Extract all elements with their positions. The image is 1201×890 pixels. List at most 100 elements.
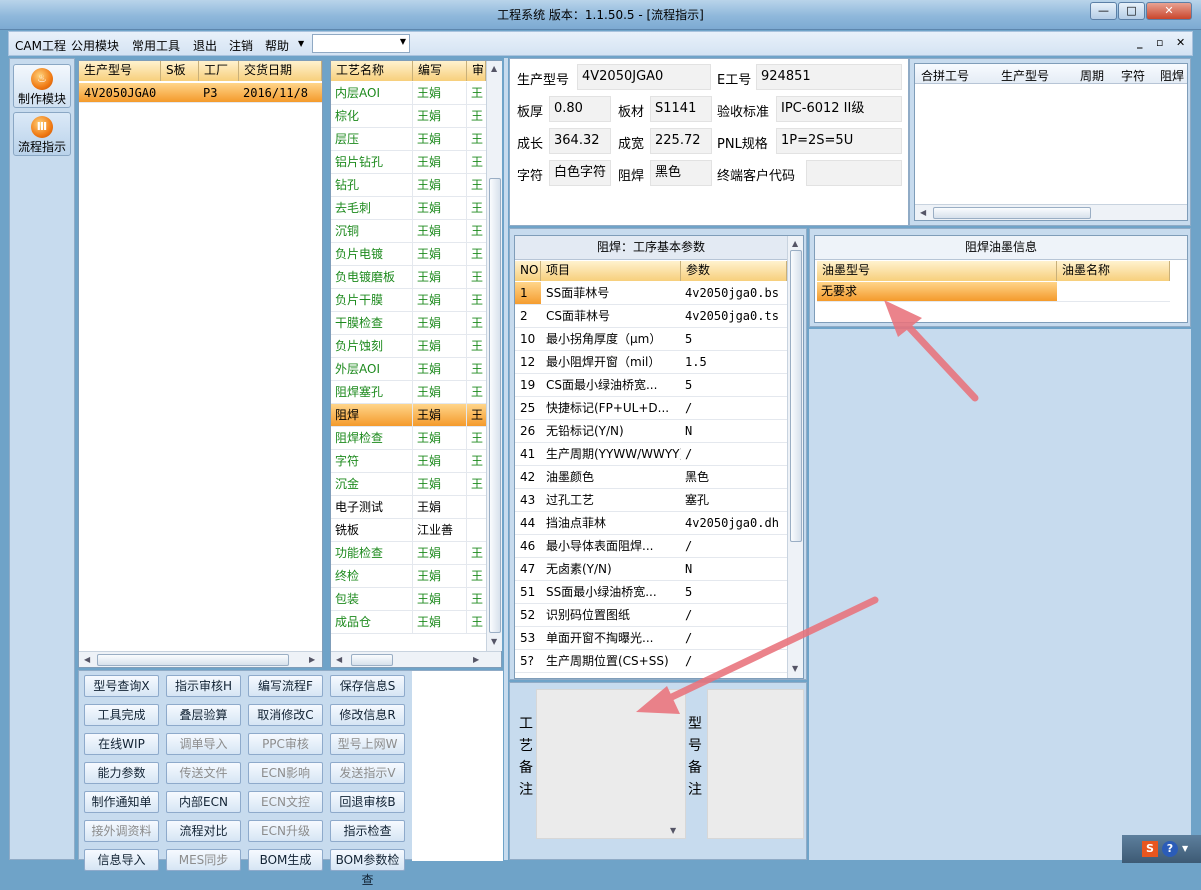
scroll-up-icon[interactable]: ▲ xyxy=(792,239,798,248)
table-row[interactable]: 阻焊塞孔 王娟 王 xyxy=(331,381,486,404)
menu-tools[interactable]: 常用工具 xyxy=(132,37,180,54)
params-col-no[interactable]: NO xyxy=(515,261,541,281)
splitter[interactable] xyxy=(504,58,508,860)
table-row[interactable]: 25 快捷标记(FP+UL+D... / xyxy=(515,397,787,420)
params-col-value[interactable]: 参数 xyxy=(681,261,787,281)
table-row[interactable]: 44 挡油点菲林 4v2050jga0.dh xyxy=(515,512,787,535)
menu-public[interactable]: 公用模块 xyxy=(71,37,119,54)
help-icon[interactable]: ? xyxy=(1162,841,1178,857)
combine-hscroll[interactable]: ◀ xyxy=(915,204,1187,220)
table-row[interactable]: 负片干膜 王娟 王 xyxy=(331,289,486,312)
material-field[interactable]: S1141 xyxy=(650,96,712,122)
process-col-review[interactable]: 审 xyxy=(467,61,486,81)
table-row[interactable]: 阻焊检查 王娟 王 xyxy=(331,427,486,450)
table-row[interactable]: 功能检查 王娟 王 xyxy=(331,542,486,565)
action-button[interactable]: 型号上网W xyxy=(330,733,405,755)
scroll-down-icon[interactable]: ▼ xyxy=(792,664,798,673)
action-button[interactable]: 传送文件 xyxy=(166,762,241,784)
table-row[interactable]: 2 CS面菲林号 4v2050jga0.ts xyxy=(515,305,787,328)
orders-hscroll[interactable]: ◀ ▶ xyxy=(79,651,322,667)
table-row[interactable]: 12 最小阻焊开窗（mil） 1.5 xyxy=(515,351,787,374)
action-button[interactable]: 内部ECN xyxy=(166,791,241,813)
action-button[interactable]: 工具完成 xyxy=(84,704,159,726)
combine-col-model[interactable]: 生产型号 xyxy=(1001,67,1049,84)
scroll-thumb[interactable] xyxy=(97,654,289,666)
table-row[interactable]: 钻孔 王娟 王 xyxy=(331,174,486,197)
std-field[interactable]: IPC-6012 II级 xyxy=(776,96,902,122)
wid-field[interactable]: 225.72 xyxy=(650,128,712,154)
menu-help[interactable]: 帮助 xyxy=(265,37,289,54)
table-row[interactable]: 阻焊 王娟 王 xyxy=(331,404,486,427)
menu-exit[interactable]: 退出 xyxy=(193,37,217,54)
combine-col-job[interactable]: 合拼工号 xyxy=(921,67,969,84)
table-row[interactable]: 棕化 王娟 王 xyxy=(331,105,486,128)
combine-col-period[interactable]: 周期 xyxy=(1080,67,1104,84)
action-button[interactable]: ECN升级 xyxy=(248,820,323,842)
cust-field[interactable] xyxy=(806,160,902,186)
scroll-up-icon[interactable]: ▲ xyxy=(491,64,497,73)
scroll-thumb[interactable] xyxy=(790,250,802,542)
table-row[interactable]: 负片蚀刻 王娟 王 xyxy=(331,335,486,358)
table-row[interactable]: 43 过孔工艺 塞孔 xyxy=(515,489,787,512)
table-row[interactable]: 5? 生产周期位置(CS+SS) / xyxy=(515,650,787,673)
process-col-writer[interactable]: 编写 xyxy=(413,61,467,81)
scroll-thumb[interactable] xyxy=(489,178,501,633)
table-row[interactable]: 51 SS面最小绿油桥宽... 5 xyxy=(515,581,787,604)
mask-field[interactable]: 黑色 xyxy=(650,160,712,186)
action-button[interactable]: 型号查询X xyxy=(84,675,159,697)
scroll-right-icon[interactable]: ▶ xyxy=(473,655,479,664)
action-button[interactable]: 流程对比 xyxy=(166,820,241,842)
table-row[interactable]: 42 油墨颜色 黑色 xyxy=(515,466,787,489)
action-button[interactable]: 叠层验算 xyxy=(166,704,241,726)
table-row[interactable]: 干膜检查 王娟 王 xyxy=(331,312,486,335)
table-row[interactable]: 内层AOI 王娟 王 xyxy=(331,82,486,105)
close-button[interactable]: ✕ xyxy=(1146,2,1192,20)
action-button[interactable]: 调单导入 xyxy=(166,733,241,755)
table-row[interactable]: 沉铜 王娟 王 xyxy=(331,220,486,243)
action-button[interactable]: BOM参数检查 xyxy=(330,849,405,887)
combine-col-mask[interactable]: 阻焊 xyxy=(1160,67,1184,84)
menu-logout[interactable]: 注销 xyxy=(229,37,253,54)
table-row[interactable]: 负电镀磨板 王娟 王 xyxy=(331,266,486,289)
action-button[interactable]: MES同步 xyxy=(166,849,241,871)
action-button[interactable]: 制作通知单 xyxy=(84,791,159,813)
table-row[interactable]: 沉金 王娟 王 xyxy=(331,473,486,496)
orders-col-factory[interactable]: 工厂 xyxy=(199,61,239,81)
table-row[interactable]: 52 识别码位置图纸 / xyxy=(515,604,787,627)
scroll-down-icon[interactable]: ▼ xyxy=(670,826,676,835)
scroll-right-icon[interactable]: ▶ xyxy=(309,655,315,664)
table-row[interactable]: 26 无铅标记(Y/N) N xyxy=(515,420,787,443)
table-row[interactable]: 负片电镀 王娟 王 xyxy=(331,243,486,266)
table-row[interactable]: 电子测试 王娟 xyxy=(331,496,486,519)
table-row[interactable]: 46 最小导体表面阻焊... / xyxy=(515,535,787,558)
nav-process-guide[interactable]: Ⅲ 流程指示 xyxy=(13,112,71,156)
action-button[interactable]: 指示审核H xyxy=(166,675,241,697)
params-vscroll[interactable]: ▲ ▼ xyxy=(787,236,803,678)
table-row[interactable]: 10 最小拐角厚度（μm） 5 xyxy=(515,328,787,351)
mdi-minimize-button[interactable]: _ xyxy=(1137,36,1143,49)
table-row[interactable]: 4V2050JGA0 P3 2016/11/8 xyxy=(79,83,322,103)
action-button[interactable]: 指示检查 xyxy=(330,820,405,842)
table-row[interactable]: 终检 王娟 王 xyxy=(331,565,486,588)
char-field[interactable]: 白色字符 xyxy=(549,160,611,186)
menu-overflow-icon[interactable]: ▼ xyxy=(298,39,304,48)
orders-col-s[interactable]: S板 xyxy=(161,61,199,81)
menu-cam[interactable]: CAM工程 xyxy=(15,37,66,54)
action-button[interactable]: 取消修改C xyxy=(248,704,323,726)
minimize-button[interactable]: — xyxy=(1090,2,1117,20)
params-col-item[interactable]: 项目 xyxy=(541,261,681,281)
action-button[interactable]: 保存信息S xyxy=(330,675,405,697)
tray-expand-icon[interactable]: ▼ xyxy=(1182,844,1188,853)
sogou-icon[interactable]: S xyxy=(1142,841,1158,857)
table-row[interactable]: 去毛刺 王娟 王 xyxy=(331,197,486,220)
model-field[interactable]: 4V2050JGA0 xyxy=(577,64,711,90)
scroll-down-icon[interactable]: ▼ xyxy=(491,637,497,646)
table-row[interactable]: 字符 王娟 王 xyxy=(331,450,486,473)
table-row[interactable]: 53 单面开窗不掏曝光... / xyxy=(515,627,787,650)
table-row[interactable]: 铝片钻孔 王娟 王 xyxy=(331,151,486,174)
table-row[interactable]: 铣板 江业善 xyxy=(331,519,486,542)
nav-make-module[interactable]: ♨ 制作模块 xyxy=(13,64,71,108)
action-button[interactable]: ECN文控 xyxy=(248,791,323,813)
action-button[interactable]: 信息导入 xyxy=(84,849,159,871)
table-row[interactable]: 19 CS面最小绿油桥宽... 5 xyxy=(515,374,787,397)
